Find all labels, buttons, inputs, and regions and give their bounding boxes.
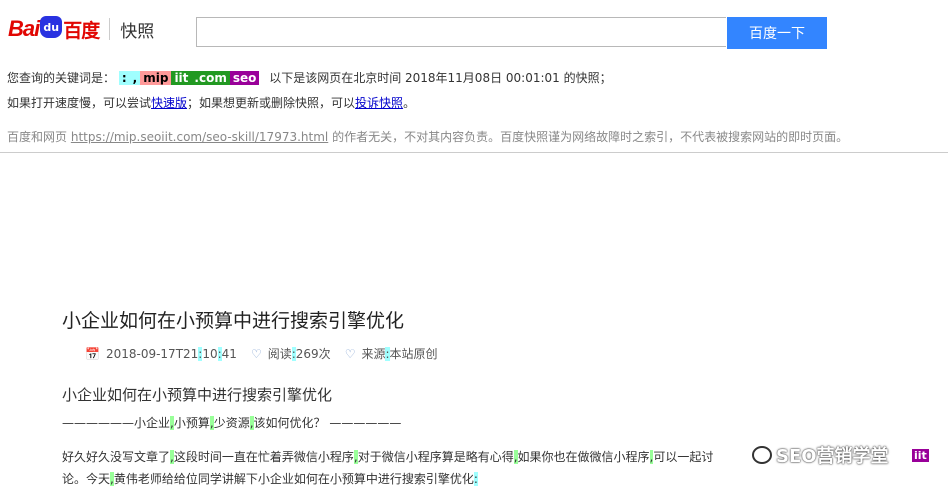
source-url-link[interactable]: https://mip.seoiit.com/seo-skill/17973.h…	[71, 130, 328, 144]
source-label: 来源	[361, 347, 386, 361]
dash: ——————	[62, 416, 134, 430]
text-part: 可以一起讨	[653, 450, 714, 464]
notice-end: 。	[403, 96, 416, 110]
text-part: 好久好久没写文章了	[62, 450, 171, 464]
speed-notice-text: 如果打开速度慢，可以尝试	[7, 96, 152, 110]
date-part: 10	[202, 346, 218, 361]
text-part: 对于微信小程序算是略有心得	[357, 450, 514, 464]
paw-icon: du	[40, 16, 63, 38]
text-part: 这段时间一直在忙着弄微信小程序	[173, 450, 354, 464]
heart-icon: ♡	[250, 346, 262, 361]
wechat-icon	[752, 446, 772, 464]
heart-icon: ♡	[344, 346, 356, 361]
read-count: 阅读:269次	[268, 345, 331, 362]
article-title: 小企业如何在小预算中进行搜索引擎优化	[62, 310, 405, 332]
watermark-text: SEO营销学堂	[776, 446, 889, 467]
disclaimer-prefix: 百度和网页	[7, 130, 68, 144]
text-part: 该如何优化？	[253, 416, 326, 430]
source: 来源:本站原创	[361, 345, 438, 362]
header-divider	[0, 152, 948, 153]
keyword-highlight: seo	[229, 71, 260, 85]
keyword-highlight: .com	[191, 71, 230, 85]
read-value: 269次	[295, 347, 331, 361]
text-part: 黄伟老师给给位同学讲解下小企业如何在小预算中进行搜索引擎优化	[113, 472, 474, 486]
article-paragraph: 好久好久没写文章了,这段时间一直在忙着弄微信小程序,对于微信小程序算是略有心得,…	[62, 448, 713, 465]
article-paragraph: 论。今天,黄伟老师给给位同学讲解下小企业如何在小预算中进行搜索引擎优化:	[62, 470, 478, 487]
keyword-notice: 您查询的关键词是： :, mip iit .com seo 以下是该网页在北京时间 20…	[7, 69, 612, 86]
logo-text-baidu: 百度	[63, 19, 100, 42]
calendar-icon: 📅	[85, 346, 100, 361]
keyword-highlight: iit	[912, 449, 929, 462]
post-date: 2018-09-17T21:10:41	[105, 346, 237, 361]
baidu-snapshot-logo[interactable]: Bai du 百度 快照	[8, 12, 154, 46]
keyword-highlight: :	[473, 472, 478, 486]
keywords-prefix: 您查询的关键词是：	[7, 71, 116, 85]
dash: ——————	[325, 416, 402, 430]
text-part: 小企业	[134, 416, 171, 430]
logo-product-name: 快照	[120, 21, 155, 42]
text-part: 小预算	[173, 416, 210, 430]
speed-notice: 如果打开速度慢，可以尝试快速版；如果想更新或删除快照，可以投诉快照。	[7, 94, 415, 111]
section-divider-line: ——————小企业,小预算,少资源,该如何优化？ ——————	[62, 414, 401, 431]
article-meta: 📅 2018-09-17T21:10:41 ♡ 阅读:269次 ♡ 来源:本站原…	[85, 345, 438, 362]
text-part: 如果你也在做微信小程序	[517, 450, 650, 464]
search-button[interactable]: 百度一下	[727, 17, 827, 49]
search-input[interactable]	[196, 17, 726, 47]
fast-version-link[interactable]: 快速版	[151, 96, 187, 110]
header: Bai du 百度 快照 百度一下	[0, 0, 948, 60]
keyword-highlight: ,	[129, 71, 141, 85]
read-label: 阅读	[267, 347, 292, 361]
logo-separator	[109, 18, 111, 40]
disclaimer-suffix: 的作者无关，不对其内容负责。百度快照谨为网络故障时之索引，不代表被搜索网站的即时…	[332, 130, 849, 144]
update-notice-text: ；如果想更新或删除快照，可以	[187, 96, 356, 110]
source-value: 本站原创	[389, 347, 438, 361]
keyword-highlight: iit	[171, 71, 192, 85]
complain-snapshot-link[interactable]: 投诉快照	[355, 96, 403, 110]
text-part: 少资源	[213, 416, 250, 430]
disclaimer: 百度和网页 https://mip.seoiit.com/seo-skill/1…	[7, 128, 848, 145]
wechat-watermark: SEO营销学堂	[752, 442, 889, 468]
text-part: 论。今天	[62, 472, 111, 486]
keyword-highlight: mip	[140, 71, 172, 85]
article-subtitle: 小企业如何在小预算中进行搜索引擎优化	[62, 386, 333, 404]
date-part: 2018-09-17T21	[105, 346, 199, 361]
logo-text-bai: Bai	[8, 16, 40, 41]
snapshot-time: 以下是该网页在北京时间 2018年11月08日 00:01:01 的快照；	[269, 71, 612, 85]
date-part: 41	[221, 346, 237, 361]
keyword-highlight: :	[118, 71, 130, 85]
